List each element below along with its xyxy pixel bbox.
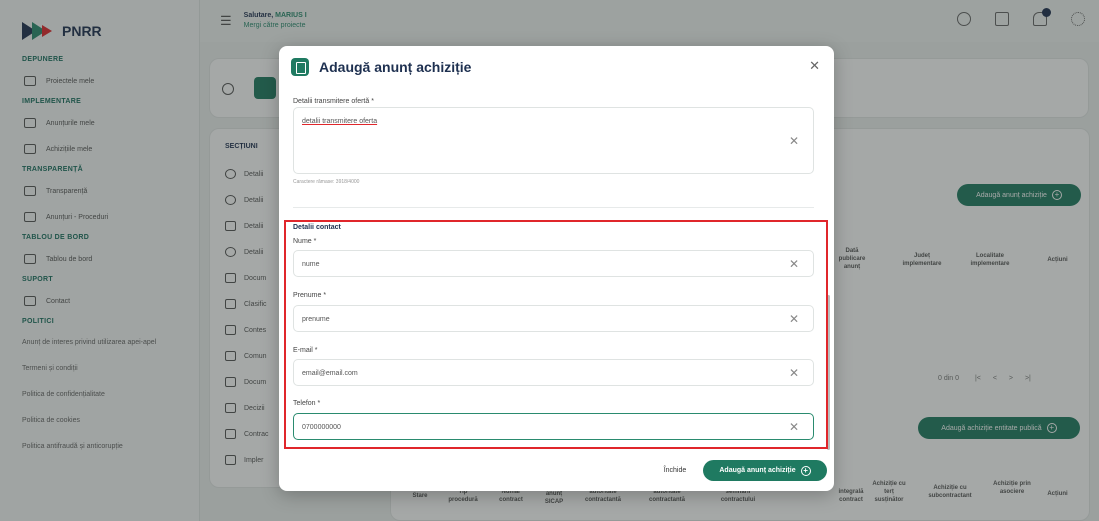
- clear-icon[interactable]: ✕: [789, 134, 799, 148]
- offer-label: Detalii transmitere ofertă *: [293, 98, 374, 105]
- submit-announcement-button[interactable]: Adaugă anunț achiziție +: [703, 460, 827, 481]
- char-counter: Caractere rămase: 3918/4000: [293, 179, 360, 185]
- plus-icon: +: [800, 465, 811, 476]
- close-icon[interactable]: ✕: [809, 58, 820, 74]
- submit-label: Adaugă anunț achiziție: [719, 467, 796, 474]
- offer-value: detalii transmitere oferta: [302, 118, 378, 125]
- divider: [293, 207, 814, 208]
- modal-title: Adaugă anunț achiziție: [319, 59, 472, 75]
- document-icon: [291, 58, 309, 76]
- close-button[interactable]: Închide: [653, 461, 697, 480]
- contact-highlight-box: [284, 220, 828, 449]
- offer-textarea[interactable]: detalii transmitere oferta ✕: [293, 107, 814, 174]
